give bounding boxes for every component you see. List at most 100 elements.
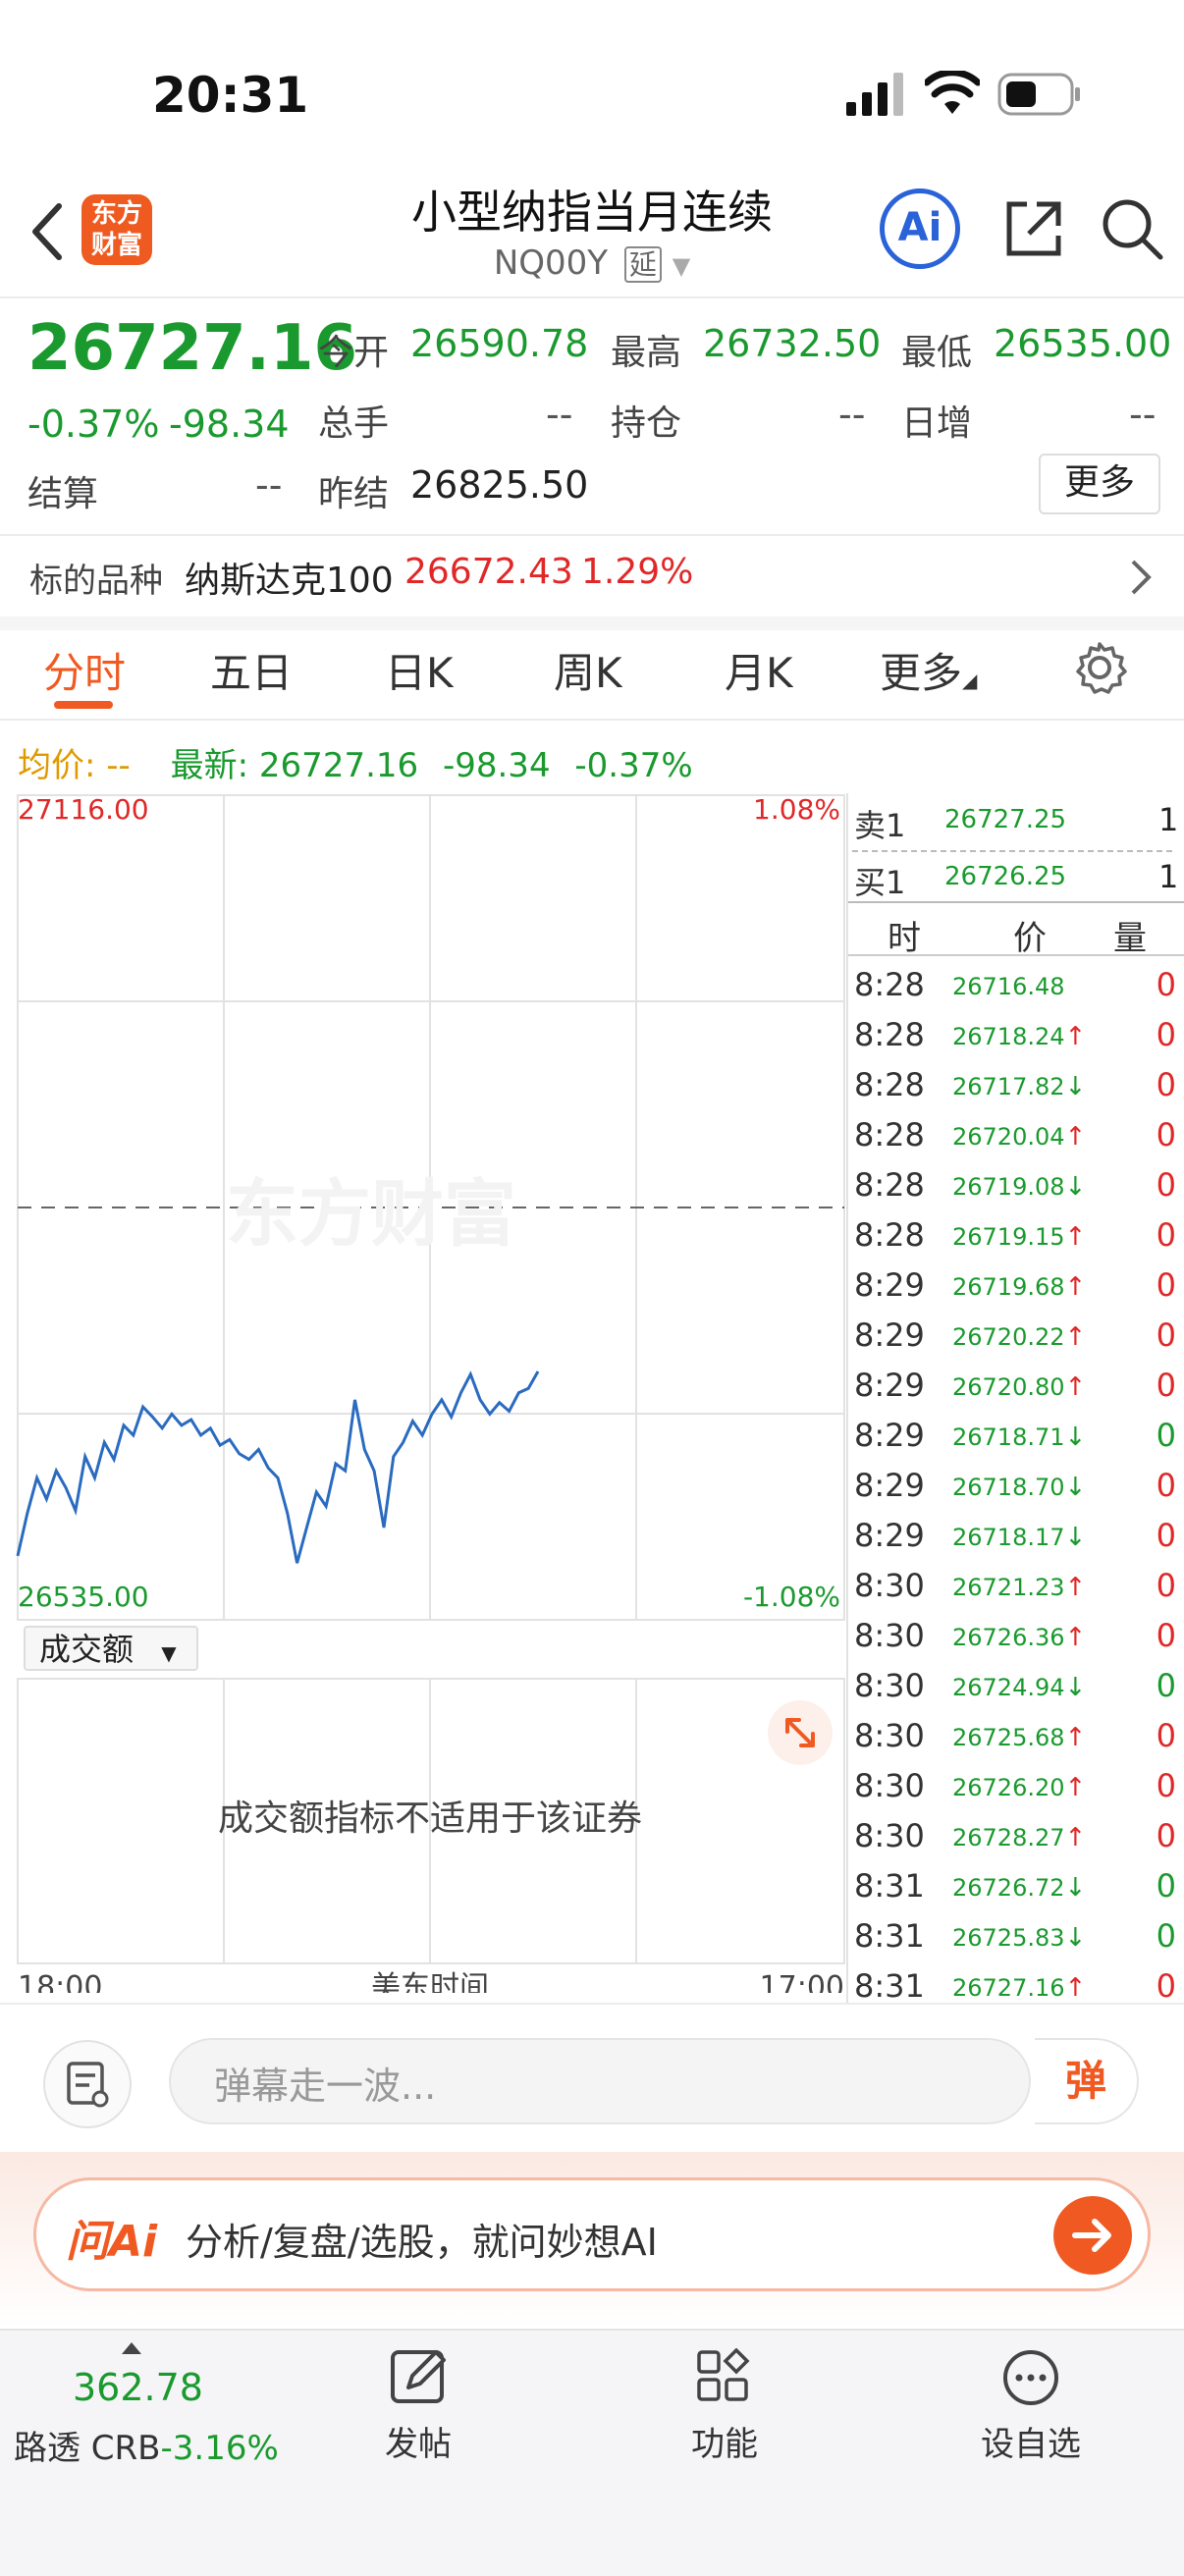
trade-price-text: 26719.08 [952,1173,1065,1201]
notes-button[interactable] [43,2040,132,2128]
underlying-change: 1.29% [581,552,694,592]
trade-qty: 0 [1156,1867,1176,1905]
trade-direction-icon: ↓ [1064,1473,1087,1502]
pct-max-label: 1.08% [753,793,840,826]
trade-time: 8:28 [854,1016,925,1053]
sell1-price: 26727.25 [944,805,1067,834]
trade-price: 26725.68↑ [952,1723,1086,1752]
tab-five-day[interactable]: 五日 [210,640,293,700]
tab-function[interactable]: 功能 [617,2347,833,2465]
trade-direction-icon: ↑ [1064,1623,1087,1652]
crb-value[interactable]: 362.78 [73,2366,203,2409]
trade-time: 8:28 [854,1116,925,1154]
underlying-price: 26672.43 [404,552,573,592]
oi-value: -- [838,393,866,436]
trade-direction-icon: ↓ [1064,1923,1087,1953]
trade-qty: 0 [1156,1967,1176,2005]
underlying-name: 纳斯达克100 [185,561,394,601]
trade-price: 26718.17↓ [952,1523,1086,1552]
trade-price: 26720.22↑ [952,1322,1086,1352]
trade-row: 8:30 26724.94↓ 0 [854,1659,1184,1709]
trade-time: 8:28 [854,966,925,1003]
price-legend: 均价: -- 最新: 26727.16 -98.34 -0.37% [18,738,693,786]
danmu-input[interactable]: 弹幕走一波... [169,2038,1037,2124]
ai-assistant-bar[interactable]: 问Ai 分析/复盘/选股，就问妙想AI [33,2177,1151,2291]
trade-price-text: 26719.15 [952,1223,1065,1251]
trade-price: 26718.24↑ [952,1022,1086,1051]
trade-row: 8:28 26719.15↑ 0 [854,1208,1184,1259]
trade-qty: 0 [1156,1316,1176,1354]
last-price: 26727.16 [27,312,358,385]
chevron-right-icon [1131,560,1152,595]
gear-icon[interactable] [1072,640,1127,695]
trade-direction-icon: ↑ [1064,1122,1087,1152]
expand-button[interactable] [768,1700,833,1765]
trade-row: 8:30 26726.36↑ 0 [854,1609,1184,1659]
trade-direction-icon: ↓ [1064,1873,1087,1903]
trade-row: 8:29 26720.80↑ 0 [854,1359,1184,1409]
trade-direction-icon: ↑ [1064,1973,1087,2003]
trade-time: 8:30 [854,1767,925,1804]
trade-direction-icon: ↑ [1064,1773,1087,1802]
ai-go-button[interactable] [1053,2196,1132,2275]
intraday-chart[interactable]: 东方财富 27116.00 1.08% 26535.00 -1.08% 成交额指… [0,785,846,1993]
more-dots-icon [1003,2350,1058,2405]
trade-time: 8:29 [854,1367,925,1404]
trade-qty: 0 [1156,1066,1176,1103]
col-qty-header: 量 [1113,919,1147,958]
ai-button[interactable]: Ai [880,188,960,269]
trade-price-text: 26718.71 [952,1423,1065,1451]
indicator-selector[interactable]: 成交额 ▼ [24,1626,198,1671]
tab-add-watchlist[interactable]: 设自选 [923,2348,1139,2465]
low-label: 最低 [901,333,973,373]
trade-time: 8:30 [854,1717,925,1754]
trade-row: 8:29 26718.71↓ 0 [854,1409,1184,1459]
latest-pct: -0.37% [574,746,693,785]
sell1-label: 卖1 [854,807,906,844]
trade-direction-icon: ↑ [1064,1272,1087,1302]
trade-price: 26724.94↓ [952,1673,1086,1702]
tab-weekly-k[interactable]: 周K [554,640,622,700]
arrow-right-icon [1072,2219,1111,2252]
tab-monthly-k[interactable]: 月K [725,640,793,700]
trade-price-text: 26724.94 [952,1674,1065,1701]
trade-price-text: 26718.17 [952,1524,1065,1551]
low-value: 26535.00 [994,322,1172,365]
avg-value: -- [106,746,131,785]
trade-row: 8:30 26726.20↑ 0 [854,1759,1184,1809]
danmu-send-button[interactable]: 弹 [1035,2038,1139,2124]
search-icon[interactable] [1100,196,1164,261]
trade-row: 8:30 26725.68↑ 0 [854,1709,1184,1759]
trade-direction-icon: ↑ [1064,1222,1087,1252]
tab-intraday[interactable]: 分时 [43,640,126,700]
high-label: 最高 [611,333,682,373]
trade-price: 26717.82↓ [952,1072,1086,1101]
tab-more[interactable]: 更多◢ [880,640,977,700]
trade-qty: 0 [1156,1417,1176,1454]
tab-watch-label: 设自选 [981,2425,1081,2464]
trade-time: 8:31 [854,1967,925,2005]
trade-qty: 0 [1156,1467,1176,1504]
trade-direction-icon: ↓ [1064,1172,1087,1202]
crb-ticker[interactable]: 路透 CRB-3.16% [14,2421,279,2469]
trade-qty: 0 [1156,966,1176,1003]
trade-price: 26718.70↓ [952,1473,1086,1502]
trade-time: 8:30 [854,1817,925,1854]
trade-qty: 0 [1156,1266,1176,1304]
contract-code-text: NQ00Y [493,243,609,283]
trade-price-text: 26718.70 [952,1474,1065,1501]
notes-settings-icon [67,2062,109,2108]
trade-price-text: 26726.72 [952,1874,1065,1902]
trade-price-text: 26726.36 [952,1624,1065,1651]
trade-time: 8:30 [854,1617,925,1654]
tab-post[interactable]: 发帖 [310,2348,526,2465]
more-quote-button[interactable]: 更多 [1039,454,1160,514]
trade-price: 26728.27↑ [952,1823,1086,1852]
tab-daily-k[interactable]: 日K [385,640,454,700]
share-icon[interactable] [1001,196,1066,261]
prev-settle-label: 昨结 [318,474,390,514]
delay-badge: 延 [623,246,662,283]
crb-change: -3.16% [160,2429,279,2468]
trade-time: 8:31 [854,1917,925,1955]
underlying-row[interactable]: 标的品种 纳斯达克100 26672.43 1.29% [0,536,1184,617]
